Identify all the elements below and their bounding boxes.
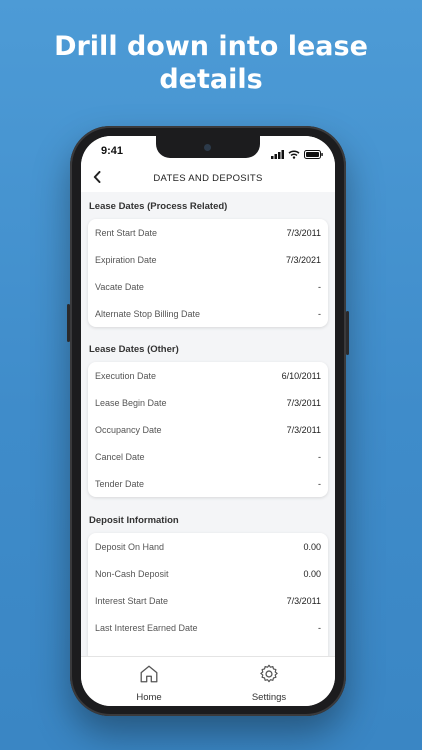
row-rent-start-date[interactable]: Rent Start Date 7/3/2011 bbox=[88, 219, 328, 246]
headline-line-2: details bbox=[159, 64, 263, 95]
row-label: Last Interest Earned Date bbox=[95, 622, 198, 633]
card-process-dates: Rent Start Date 7/3/2011 Expiration Date… bbox=[88, 219, 328, 327]
page-title: DATES AND DEPOSITS bbox=[153, 173, 263, 184]
row-value: 7/3/2011 bbox=[286, 397, 321, 408]
section-title-process: Lease Dates (Process Related) bbox=[89, 201, 228, 212]
tab-settings-label: Settings bbox=[251, 692, 287, 703]
row-label: Cancel Date bbox=[95, 451, 145, 462]
row-expiration-date[interactable]: Expiration Date 7/3/2021 bbox=[88, 246, 328, 273]
row-alternate-stop-billing-date[interactable]: Alternate Stop Billing Date - bbox=[88, 300, 328, 327]
row-value: 7/3/2011 bbox=[286, 424, 321, 435]
row-value: - bbox=[318, 622, 321, 633]
row-label: Execution Date bbox=[95, 370, 157, 381]
row-value: 7/3/2011 bbox=[286, 227, 321, 238]
row-vacate-date[interactable]: Vacate Date - bbox=[88, 273, 328, 300]
phone-screen: 9:41 DATES AND DEPOSITS Lease Dates (Pro… bbox=[81, 136, 335, 706]
row-value: - bbox=[318, 281, 321, 292]
row-value: 7/3/2021 bbox=[285, 254, 321, 265]
row-label: Rent Start Date bbox=[95, 227, 158, 238]
status-time: 9:41 bbox=[101, 145, 124, 157]
tab-home[interactable]: Home bbox=[109, 663, 189, 703]
row-non-cash-deposit[interactable]: Non-Cash Deposit 0.00 bbox=[88, 560, 328, 587]
row-label: Alternate Stop Billing Date bbox=[95, 308, 201, 319]
tab-home-label: Home bbox=[136, 692, 162, 703]
row-label: Expiration Date bbox=[95, 254, 157, 265]
gear-icon bbox=[258, 664, 280, 689]
row-label: Non-Cash Deposit bbox=[95, 568, 169, 579]
signal-icon bbox=[271, 146, 284, 164]
camera-icon bbox=[204, 144, 211, 151]
row-tender-date[interactable]: Tender Date - bbox=[88, 470, 328, 497]
row-value: 0.00 bbox=[303, 568, 321, 579]
phone-frame: 9:41 DATES AND DEPOSITS Lease Dates (Pro… bbox=[67, 126, 349, 716]
row-label: Vacate Date bbox=[95, 281, 144, 292]
row-last-interest-earned-date[interactable]: Last Interest Earned Date - bbox=[88, 614, 328, 641]
row-value: - bbox=[318, 308, 321, 319]
headline-line-1: Drill down into lease bbox=[54, 31, 368, 62]
tab-settings[interactable]: Settings bbox=[229, 663, 309, 703]
row-occupancy-date[interactable]: Occupancy Date 7/3/2011 bbox=[88, 416, 328, 443]
notch bbox=[156, 136, 260, 158]
home-icon bbox=[138, 665, 160, 689]
card-deposit-info: Deposit On Hand 0.00 Non-Cash Deposit 0.… bbox=[88, 533, 328, 663]
row-lease-begin-date[interactable]: Lease Begin Date 7/3/2011 bbox=[88, 389, 328, 416]
row-deposit-on-hand[interactable]: Deposit On Hand 0.00 bbox=[88, 533, 328, 560]
row-label: Lease Begin Date bbox=[95, 397, 167, 408]
row-execution-date[interactable]: Execution Date 6/10/2011 bbox=[88, 362, 328, 389]
wifi-icon bbox=[288, 146, 300, 164]
row-value: 6/10/2011 bbox=[281, 370, 321, 381]
volume-button bbox=[67, 304, 70, 342]
row-interest-start-date[interactable]: Interest Start Date 7/3/2011 bbox=[88, 587, 328, 614]
row-label: Tender Date bbox=[95, 478, 145, 489]
power-button bbox=[346, 311, 349, 355]
section-title-other: Lease Dates (Other) bbox=[89, 344, 179, 355]
battery-icon bbox=[304, 146, 323, 164]
nav-bar: DATES AND DEPOSITS bbox=[81, 166, 335, 192]
section-title-deposit: Deposit Information bbox=[89, 515, 179, 526]
row-value: 7/3/2011 bbox=[286, 595, 321, 606]
card-other-dates: Execution Date 6/10/2011 Lease Begin Dat… bbox=[88, 362, 328, 497]
row-value: - bbox=[318, 478, 321, 489]
tab-bar: Home Settings bbox=[81, 656, 335, 706]
row-label: Occupancy Date bbox=[95, 424, 162, 435]
row-value: 0.00 bbox=[303, 541, 321, 552]
row-label: Deposit On Hand bbox=[95, 541, 165, 552]
row-cancel-date[interactable]: Cancel Date - bbox=[88, 443, 328, 470]
row-label: Interest Start Date bbox=[95, 595, 169, 606]
row-value: - bbox=[318, 451, 321, 462]
headline: Drill down into lease details bbox=[0, 30, 422, 96]
